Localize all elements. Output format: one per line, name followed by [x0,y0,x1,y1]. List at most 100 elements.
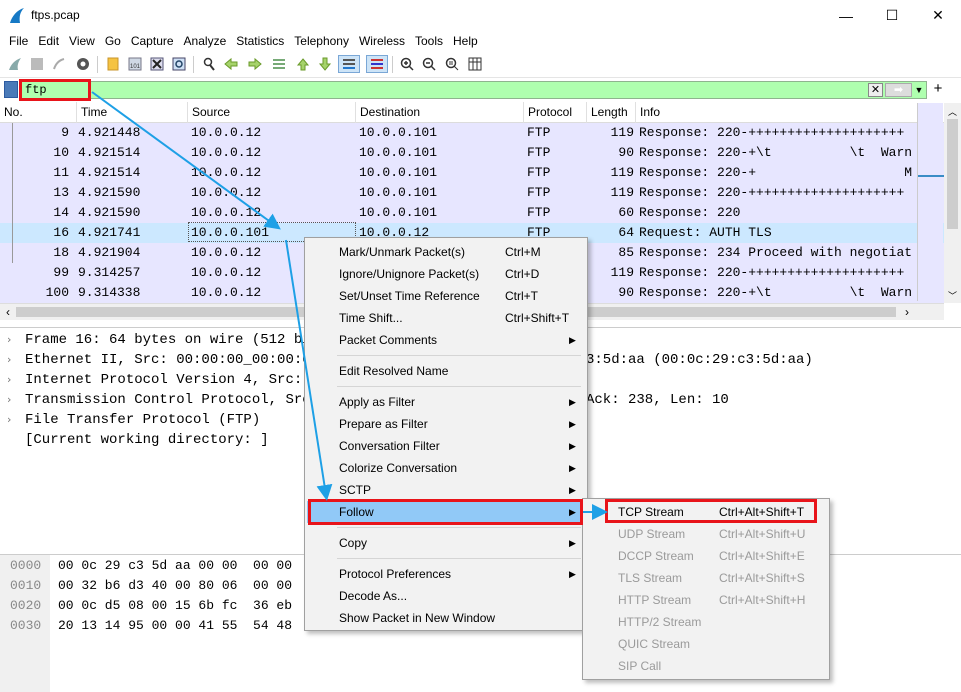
scroll-up-icon[interactable]: ︿ [948,105,957,118]
hex-bytes[interactable]: 00 0c d5 08 00 15 6b fc 36 eb [58,596,292,616]
menu-capture[interactable]: Capture [126,31,179,51]
apply-filter-arrow-icon[interactable]: ➡ [885,83,912,97]
packet-cell-dst: 10.0.0.101 [359,205,438,220]
minimize-button[interactable]: — [823,0,869,31]
packet-cell-info: Request: AUTH TLS [639,225,772,240]
bookmark-icon[interactable] [4,81,18,98]
expand-chevron-icon[interactable]: › [7,410,11,430]
menu-item-shortcut: Ctrl+T [505,289,538,303]
menu-analyze[interactable]: Analyze [179,31,232,51]
expand-chevron-icon[interactable]: › [7,370,11,390]
packet-row[interactable]: 9 4.921448 10.0.0.12 10.0.0.101 FTP 119 Respon… [0,123,944,143]
packet-context-menu: Mark/Unmark Packet(s) Ctrl+M Ignore/Unigno… [304,237,588,631]
column-no[interactable]: No. [0,102,77,123]
context-menu-item-colorize-conversation[interactable]: Colorize Conversation ▶ [307,457,585,479]
packet-cell-src: 10.0.0.12 [191,145,262,160]
context-menu-item-mark-unmark-packet-s[interactable]: Mark/Unmark Packet(s) Ctrl+M [307,241,585,263]
last-packet-icon[interactable] [316,55,334,73]
submenu-item-shortcut: Ctrl+Alt+Shift+H [719,593,806,607]
resize-columns-icon[interactable] [466,55,484,73]
save-file-icon[interactable]: 101 [126,55,144,73]
packet-row[interactable]: 11 4.921514 10.0.0.12 10.0.0.101 FTP 119 Respo… [0,163,944,183]
main-toolbar: 101 [0,52,961,78]
packet-row[interactable]: 13 4.921590 10.0.0.12 10.0.0.101 FTP 119 Respo… [0,183,944,203]
hex-bytes[interactable]: 00 0c 29 c3 5d aa 00 00 00 00 [58,556,292,576]
column-info[interactable]: Info [636,102,917,123]
packet-minimap[interactable] [917,103,944,301]
hex-bytes[interactable]: 20 13 14 95 00 00 41 55 54 48 [58,616,292,636]
context-menu-item-show-packet-in-new-window[interactable]: Show Packet in New Window [307,607,585,629]
scroll-right-icon[interactable]: › [905,304,909,320]
zoom-out-icon[interactable] [420,55,438,73]
menu-tools[interactable]: Tools [410,31,448,51]
packet-cell-info: Response: 220-++++++++++++++++++++ [639,185,905,200]
menu-view[interactable]: View [64,31,100,51]
column-time[interactable]: Time [77,102,188,123]
display-filter-input[interactable]: ftp [20,81,927,99]
context-menu-item-apply-as-filter[interactable]: Apply as Filter ▶ [307,391,585,413]
reload-file-icon[interactable] [170,55,188,73]
auto-scroll-icon[interactable] [338,55,360,73]
go-back-icon[interactable] [222,55,240,73]
byte-offset: 0030 [10,618,42,633]
submenu-item-shortcut: Ctrl+Alt+Shift+E [719,549,805,563]
menu-item-label: Decode As... [339,589,408,603]
find-packet-icon[interactable] [200,55,218,73]
menu-item-label: Edit Resolved Name [339,364,449,378]
colorize-icon[interactable] [366,55,388,73]
menu-help[interactable]: Help [448,31,483,51]
expand-chevron-icon[interactable]: › [7,390,11,410]
packet-cell-info: Response: 234 Proceed with negotiat [639,245,913,260]
expand-chevron-icon[interactable]: › [7,350,11,370]
close-button[interactable]: ✕ [915,0,961,31]
context-menu-item-conversation-filter[interactable]: Conversation Filter ▶ [307,435,585,457]
add-filter-button[interactable]: + [931,80,945,98]
context-menu-item-packet-comments[interactable]: Packet Comments ▶ [307,329,585,351]
column-destination[interactable]: Destination [356,102,524,123]
packet-row[interactable]: 10 4.921514 10.0.0.12 10.0.0.101 FTP 90 Respon… [0,143,944,163]
restart-capture-icon[interactable] [50,55,68,73]
column-source[interactable]: Source [188,102,356,123]
context-menu-item-set-unset-time-reference[interactable]: Set/Unset Time Reference Ctrl+T [307,285,585,307]
packet-list-vertical-scrollbar[interactable]: ︿ ﹀ [944,103,961,303]
scroll-down-icon[interactable]: ﹀ [948,289,957,302]
expand-chevron-icon[interactable]: › [7,330,11,350]
context-menu-item-copy[interactable]: Copy ▶ [307,532,585,554]
menu-wireless[interactable]: Wireless [354,31,410,51]
context-menu-item-time-shift[interactable]: Time Shift... Ctrl+Shift+T [307,307,585,329]
packet-row[interactable]: 14 4.921590 10.0.0.12 10.0.0.101 FTP 60 Respon… [0,203,944,223]
column-protocol[interactable]: Protocol [524,102,587,123]
context-menu-item-ignore-unignore-packet-s[interactable]: Ignore/Unignore Packet(s) Ctrl+D [307,263,585,285]
menu-go[interactable]: Go [100,31,126,51]
context-menu-item-prepare-as-filter[interactable]: Prepare as Filter ▶ [307,413,585,435]
menu-telephony[interactable]: Telephony [289,31,354,51]
submenu-arrow-icon: ▶ [569,397,576,407]
menu-item-label: Mark/Unmark Packet(s) [339,245,466,259]
go-forward-icon[interactable] [246,55,264,73]
close-file-icon[interactable] [148,55,166,73]
open-file-icon[interactable] [104,55,122,73]
menu-statistics[interactable]: Statistics [231,31,289,51]
column-length[interactable]: Length [587,102,636,123]
clear-filter-icon[interactable]: ✕ [868,83,883,97]
menu-file[interactable]: File [4,31,33,51]
filter-history-dropdown-icon[interactable]: ▼ [913,82,925,98]
first-packet-icon[interactable] [294,55,312,73]
hex-bytes[interactable]: 00 32 b6 d3 40 00 80 06 00 00 [58,576,292,596]
context-menu-item-edit-resolved-name[interactable]: Edit Resolved Name [307,360,585,382]
menu-edit[interactable]: Edit [33,31,64,51]
capture-options-icon[interactable] [74,55,92,73]
scroll-left-icon[interactable]: ‹ [6,304,10,320]
zoom-normal-icon[interactable] [443,55,461,73]
start-capture-fin-icon[interactable] [6,55,24,73]
context-menu-item-sctp[interactable]: SCTP ▶ [307,479,585,501]
context-menu-item-protocol-preferences[interactable]: Protocol Preferences ▶ [307,563,585,585]
packet-cell-proto: FTP [527,185,551,200]
stop-capture-icon[interactable] [28,55,46,73]
go-to-packet-icon[interactable] [270,55,288,73]
maximize-button[interactable]: ☐ [869,0,915,31]
packet-cell-no: 10 [53,145,69,160]
zoom-in-icon[interactable] [398,55,416,73]
context-menu-item-decode-as[interactable]: Decode As... [307,585,585,607]
detail-text: Ethernet II, Src: 00:00:00_00:00:01 [25,352,320,368]
